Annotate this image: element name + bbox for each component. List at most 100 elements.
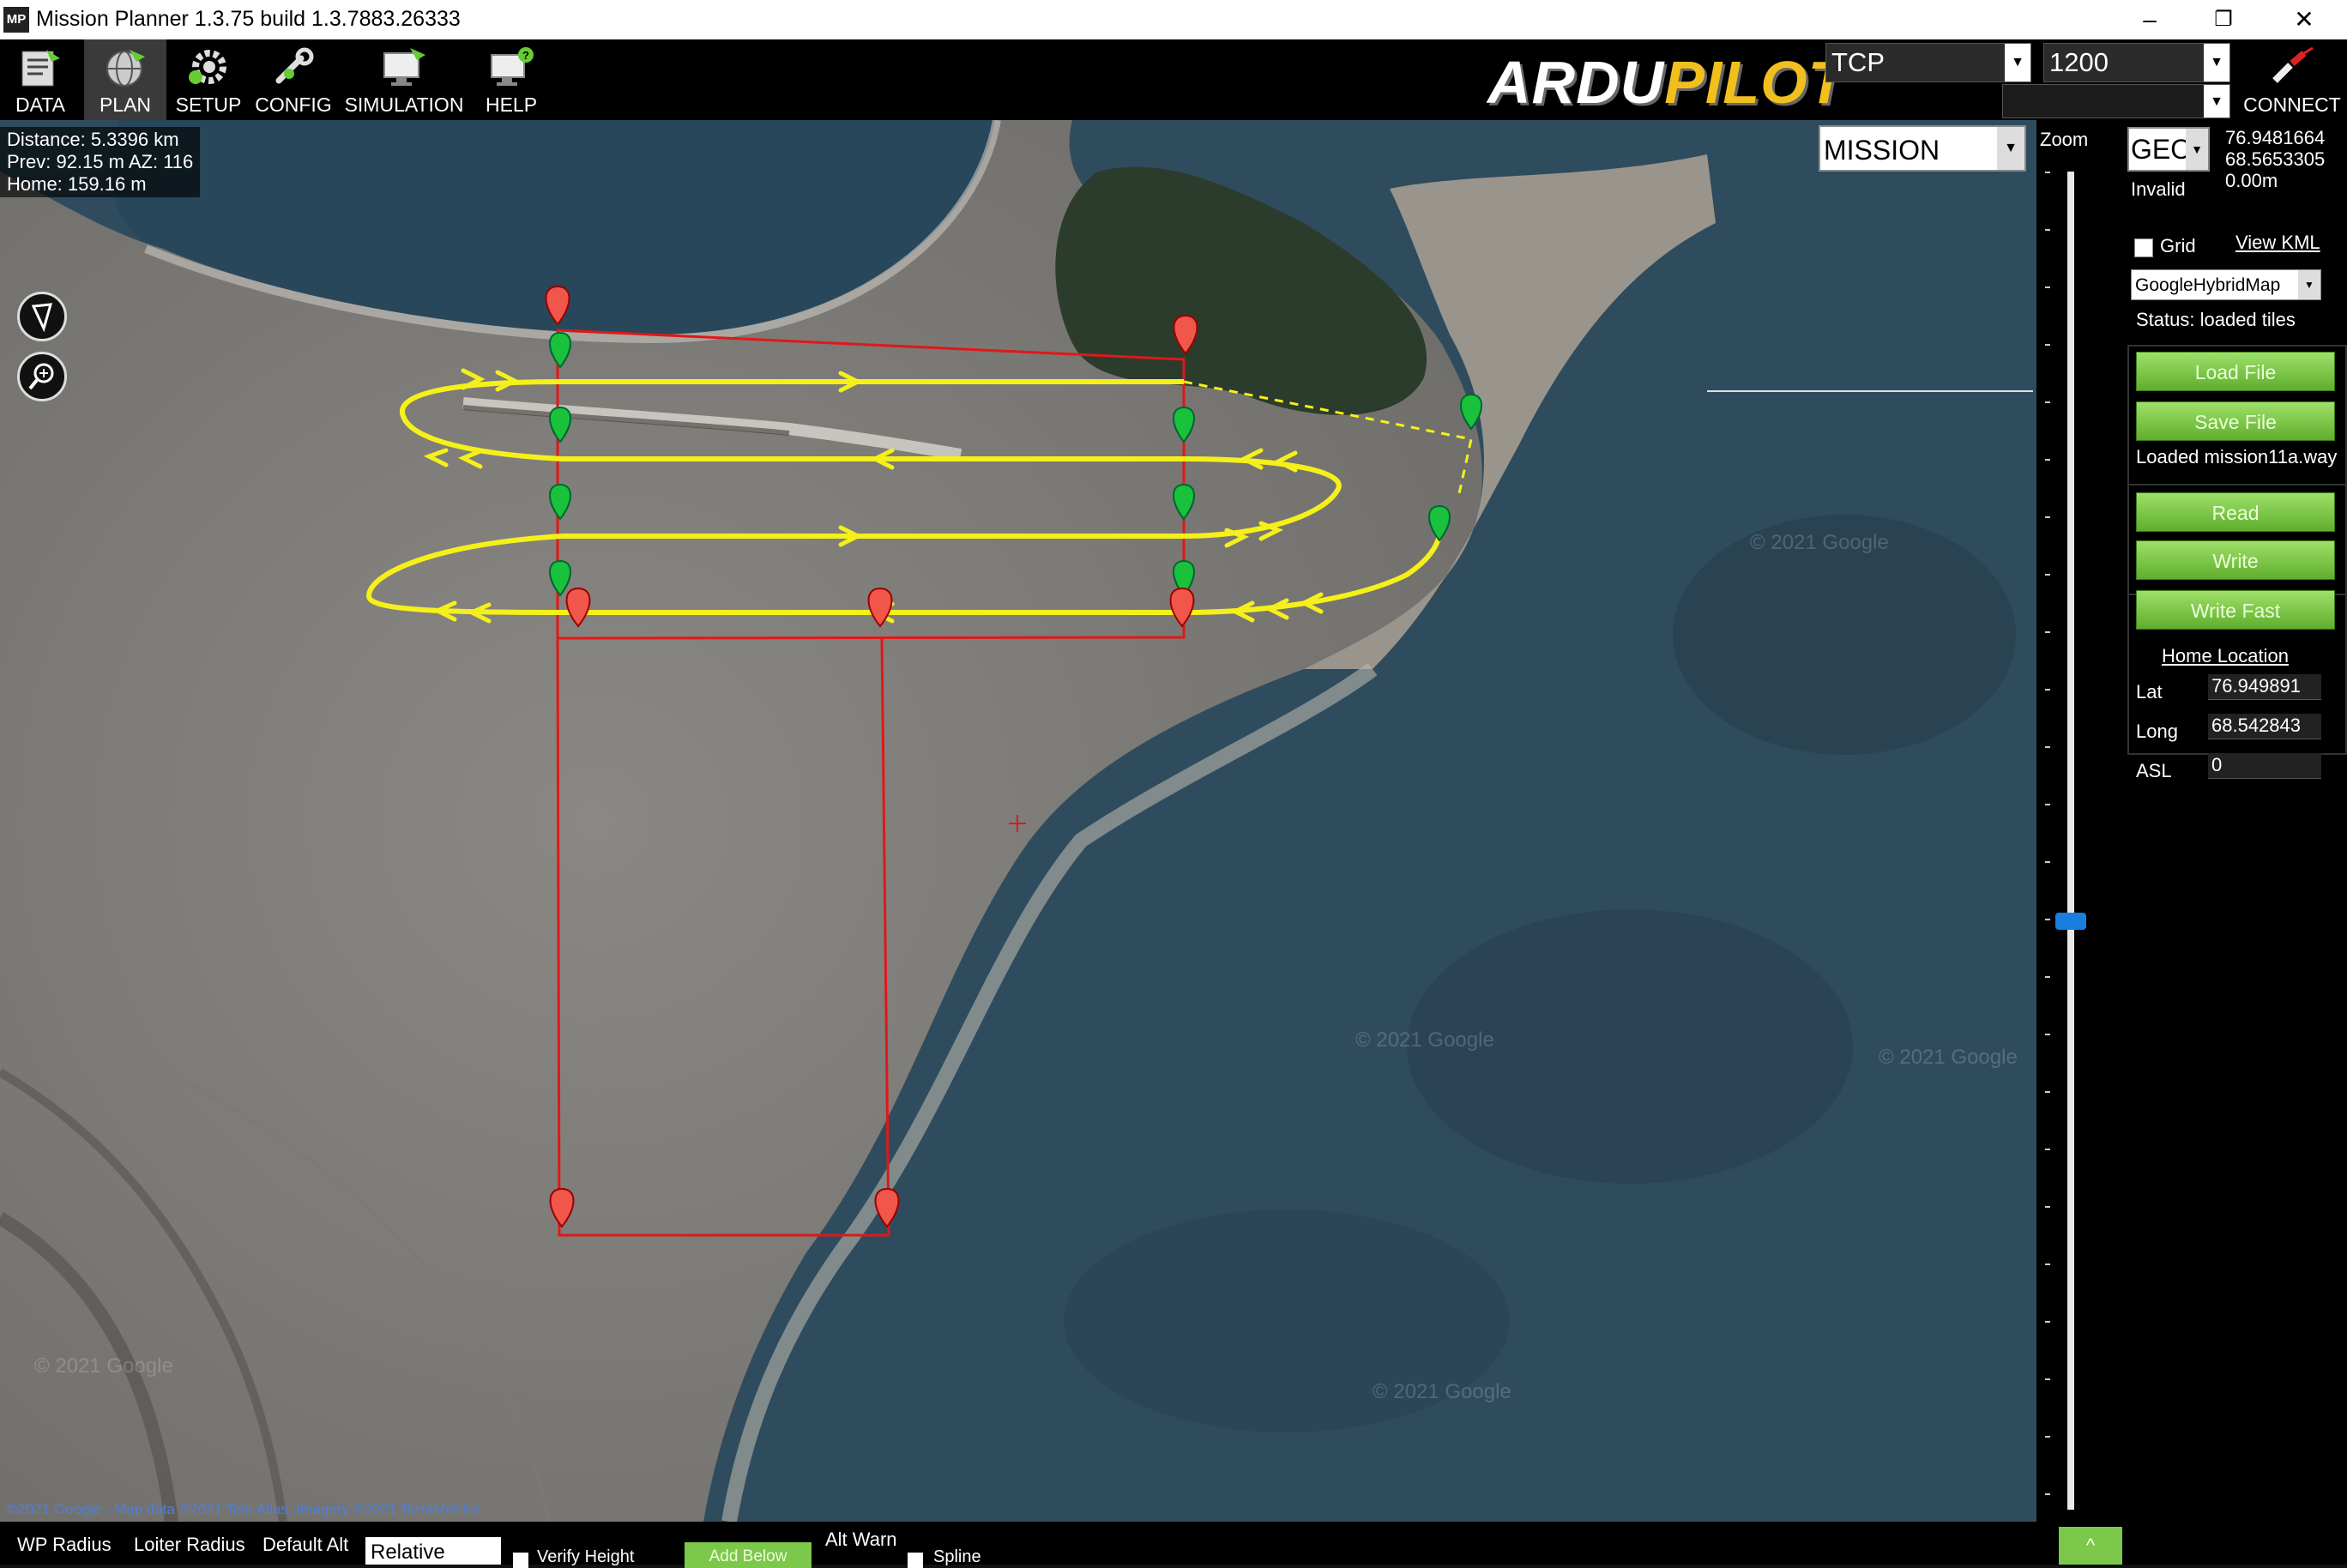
cursor-alt: 0.00m [2225,170,2278,191]
waypoint-marker-icon[interactable] [549,559,571,597]
menu-setup[interactable]: SETUP [168,39,249,120]
flight-route [365,379,1444,615]
chevron-down-icon: ▼ [2204,85,2229,118]
read-button[interactable]: Read [2136,492,2335,532]
zoom-slider-track[interactable] [2067,172,2074,1510]
zoom-tick [2045,1321,2050,1323]
map-view[interactable]: © 2021 Google © 2021 Google © 2021 Googl… [0,120,2036,1522]
waypoint-marker-icon[interactable] [549,406,571,443]
zoom-tick [2045,1034,2050,1035]
zoom-tick [2045,401,2050,403]
load-file-button[interactable]: Load File [2136,352,2335,391]
app-logo-icon: MP [3,7,29,33]
coord-system-select[interactable]: GEO ▼ [2127,127,2210,172]
chevron-down-icon: ▼ [2204,44,2229,81]
loiter-radius-label: Loiter Radius [134,1534,245,1555]
loaded-file-message: Loaded mission11a.way [2136,446,2338,467]
zoom-tool-button[interactable] [17,352,67,401]
alt-mode-select[interactable]: Relative [365,1537,501,1565]
menu-simulation[interactable]: SIMULATION [340,39,468,120]
help-monitor-icon: ? [491,47,534,86]
polygon-vertex-icon[interactable] [1169,587,1195,628]
zoom-tick [2045,689,2050,691]
mission-type-select[interactable]: MISSION ▼ [1819,125,2026,172]
baud-rate-value: 1200 [2049,47,2109,77]
zoom-tick [2045,746,2050,748]
waypoint-marker-icon[interactable] [1460,393,1482,431]
maximize-button[interactable]: ❐ [2189,0,2258,39]
waypoint-markers-green [549,331,1482,597]
close-button[interactable]: ✕ [2270,0,2338,39]
distance-info-panel: Distance: 5.3396 km Prev: 92.15 m AZ: 11… [0,127,201,197]
brand-part2: PILOT [1664,49,1846,116]
cursor-lng: 68.5653305 [2225,148,2326,170]
polygon-vertex-icon[interactable] [545,285,570,326]
home-long-field[interactable]: 68.542843 [2208,714,2321,739]
validity-label: Invalid [2131,178,2186,200]
zoom-label: Zoom [2040,129,2089,150]
zoom-tick [2045,516,2050,518]
home-location-link[interactable]: Home Location [2162,645,2289,667]
menu-plan-label: PLAN [99,93,152,116]
zoom-tick [2045,229,2050,231]
write-fast-button[interactable]: Write Fast [2136,590,2335,630]
menu-config[interactable]: CONFIG [250,39,336,120]
menu-data-label: DATA [15,93,65,116]
zoom-tick [2045,1436,2050,1438]
connection-type-select[interactable]: TCP ▼ [1825,43,2031,82]
menu-data[interactable]: DATA [0,39,81,120]
secondary-select[interactable]: ▼ [2002,84,2230,118]
svg-text:?: ? [522,49,529,62]
polygon-markers-red [545,285,1198,1228]
save-file-button[interactable]: Save File [2136,401,2335,441]
menu-simulation-label: SIMULATION [344,93,464,116]
zoom-ticks [2045,172,2054,1510]
spline-checkbox[interactable] [908,1553,923,1568]
waypoint-marker-icon[interactable] [549,483,571,521]
polygon-vertex-icon[interactable] [549,1187,575,1228]
map-status-text: Status: loaded tiles [2136,309,2296,330]
view-kml-link[interactable]: View KML [2235,232,2320,254]
write-button[interactable]: Write [2136,540,2335,580]
measure-tool-button[interactable] [17,292,67,341]
waypoint-marker-icon[interactable] [1173,483,1195,521]
coord-system-value: GEO [2131,134,2193,165]
menu-setup-label: SETUP [175,93,242,116]
survey-polygon-bottom [556,637,890,1237]
waypoint-marker-icon[interactable] [1428,504,1451,542]
waypoint-marker-icon[interactable] [1173,406,1195,443]
right-panel: GEO ▼ 76.9481664 68.5653305 0.00m Invali… [2127,120,2347,1522]
mission-overlay [365,285,1482,1237]
menu-help[interactable]: ? HELP [472,39,551,120]
connection-type-value: TCP [1831,47,1885,77]
minimize-button[interactable]: – [2115,0,2184,39]
map-provider-select[interactable]: GoogleHybridMap ▼ [2131,269,2321,300]
home-distance-text: Home: 159.16 m [7,173,147,195]
expand-panel-button[interactable]: ^ [2059,1527,2122,1565]
alt-warn-label: Alt Warn [825,1529,897,1550]
home-asl-field[interactable]: 0 [2208,753,2321,779]
baud-rate-select[interactable]: 1200 ▼ [2043,43,2230,82]
default-alt-label: Default Alt [262,1534,349,1555]
zoom-tick [2045,919,2050,920]
connect-button[interactable]: CONNECT [2241,43,2344,118]
map-divider-line [1707,390,2033,392]
zoom-panel: Zoom [2036,120,2127,1522]
mission-type-value: MISSION [1824,135,1940,166]
menu-plan[interactable]: PLAN [84,39,166,120]
zoom-slider-thumb[interactable] [2055,912,2086,930]
chevron-down-icon: ▼ [2005,44,2030,81]
waypoint-marker-icon[interactable] [549,331,571,369]
home-lat-field[interactable]: 76.949891 [2208,674,2321,700]
zoom-tick [2045,804,2050,805]
cursor-coordinates: 76.9481664 68.5653305 0.00m [2225,127,2325,191]
magnifier-icon [28,363,54,390]
home-asl-label: ASL [2136,760,2172,781]
polygon-vertex-icon[interactable] [1173,314,1198,355]
map-provider-value: GoogleHybridMap [2135,275,2281,295]
grid-checkbox[interactable] [2134,238,2153,257]
home-lat-label: Lat [2136,681,2163,703]
polygon-vertex-icon[interactable] [874,1187,900,1228]
verify-height-checkbox[interactable] [513,1553,528,1568]
polygon-vertex-icon[interactable] [565,587,591,628]
